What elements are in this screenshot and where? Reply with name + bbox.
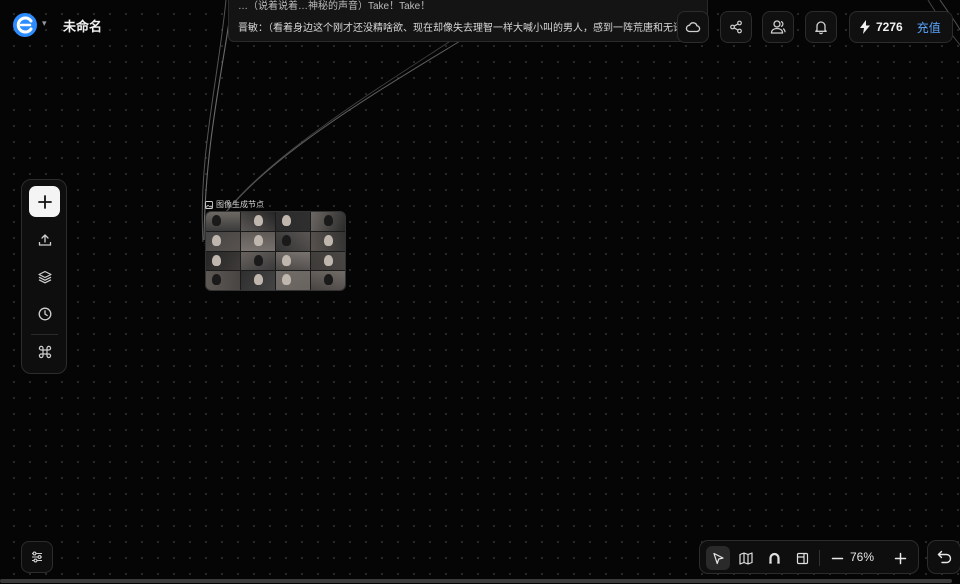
thumbnail-figure (324, 215, 333, 226)
plus-icon (37, 194, 52, 209)
zoom-level[interactable]: 76% (850, 550, 874, 564)
controls-divider (819, 550, 820, 566)
thumbnail-image[interactable] (276, 231, 310, 251)
canvas-background[interactable] (0, 0, 960, 584)
thumbnail-figure (324, 234, 333, 246)
thumbnail-image[interactable] (311, 271, 345, 290)
node-title-text: 图像生成节点 (216, 200, 264, 209)
thumbnail-figure (212, 254, 221, 266)
project-title[interactable]: 未命名 (63, 16, 102, 35)
chevron-down-icon[interactable]: ▾ (42, 18, 47, 29)
thumbnail-image[interactable] (241, 251, 275, 271)
toolbar-divider (31, 334, 58, 335)
zoom-out-button[interactable] (825, 546, 849, 570)
node-title: 图像生成节点 (205, 199, 264, 210)
thumbnail-figure (212, 215, 221, 226)
thumbnail-figure (254, 274, 263, 286)
thumbnail-image[interactable] (206, 231, 240, 251)
thumbnail-figure (324, 274, 333, 286)
thumbnail-image[interactable] (241, 212, 275, 231)
share-icon (730, 20, 742, 34)
thumbnail-figure (254, 215, 263, 226)
sliders-icon (32, 551, 42, 563)
thumbnail-image[interactable] (206, 271, 240, 290)
add-node-button[interactable] (29, 186, 60, 217)
plus-icon (894, 552, 906, 564)
notifications-button[interactable] (805, 11, 837, 43)
settings-button[interactable] (21, 541, 53, 573)
minus-icon (831, 557, 843, 559)
thumbnail-figure (282, 254, 291, 266)
thumbnail-figure (212, 274, 221, 286)
thumbnail-image[interactable] (311, 231, 345, 251)
select-tool-button[interactable] (706, 546, 730, 570)
horizontal-scrollbar[interactable] (0, 579, 952, 583)
layers-button[interactable] (29, 261, 60, 292)
left-toolbar (21, 179, 67, 374)
app-logo-icon[interactable] (12, 12, 38, 38)
thumbnail-image[interactable] (311, 251, 345, 271)
image-generation-node[interactable] (205, 211, 346, 291)
panel-toggle-button[interactable] (790, 546, 814, 570)
undo-button[interactable] (927, 540, 960, 574)
thumbnail-image[interactable] (311, 212, 345, 231)
text-line: … (238, 36, 248, 42)
credits-badge[interactable]: 7276 充值 (849, 11, 953, 43)
bell-icon (815, 21, 827, 35)
thumbnail-image[interactable] (276, 271, 310, 290)
recharge-button[interactable]: 充值 (917, 19, 941, 36)
thumbnail-image[interactable] (276, 251, 310, 271)
layers-icon (37, 270, 52, 283)
magnet-icon (768, 552, 780, 564)
panel-icon (796, 552, 808, 564)
minimap-button[interactable] (734, 546, 758, 570)
shortcuts-button[interactable] (29, 336, 60, 367)
users-icon (770, 20, 786, 34)
text-node-panel[interactable]: …（说着说着…神秘的声音）Take！Take！ 晋敏：（看着身边这个刚才还没精啥… (228, 0, 708, 42)
thumbnail-figure (324, 254, 333, 266)
undo-icon (937, 550, 951, 564)
text-line: …（说着说着…神秘的声音）Take！Take！ (238, 1, 431, 12)
clock-icon (38, 307, 51, 320)
canvas-controls: 76% (699, 540, 919, 574)
thumbnail-image[interactable] (241, 231, 275, 251)
map-icon (739, 551, 753, 565)
thumbnail-image[interactable] (206, 212, 240, 231)
image-icon (205, 200, 213, 209)
zoom-in-button[interactable] (888, 546, 912, 570)
thumbnail-figure (254, 254, 263, 266)
share-button[interactable] (720, 11, 752, 43)
thumbnail-image[interactable] (206, 251, 240, 271)
command-icon (38, 345, 51, 358)
pointer-icon (712, 552, 724, 564)
cloud-sync-button[interactable] (677, 11, 709, 43)
bolt-icon (860, 20, 870, 34)
collaborators-button[interactable] (762, 11, 794, 43)
thumbnail-figure (282, 234, 291, 246)
cloud-icon (685, 22, 701, 33)
thumbnail-figure (254, 234, 263, 246)
upload-button[interactable] (29, 224, 60, 255)
thumbnail-figure (212, 234, 221, 246)
history-button[interactable] (29, 298, 60, 329)
thumbnail-image[interactable] (241, 271, 275, 290)
thumbnail-figure (282, 274, 291, 286)
credits-count: 7276 (876, 20, 903, 34)
thumbnail-image[interactable] (276, 212, 310, 231)
upload-icon (38, 233, 51, 246)
snap-button[interactable] (762, 546, 786, 570)
thumbnail-figure (282, 215, 291, 226)
